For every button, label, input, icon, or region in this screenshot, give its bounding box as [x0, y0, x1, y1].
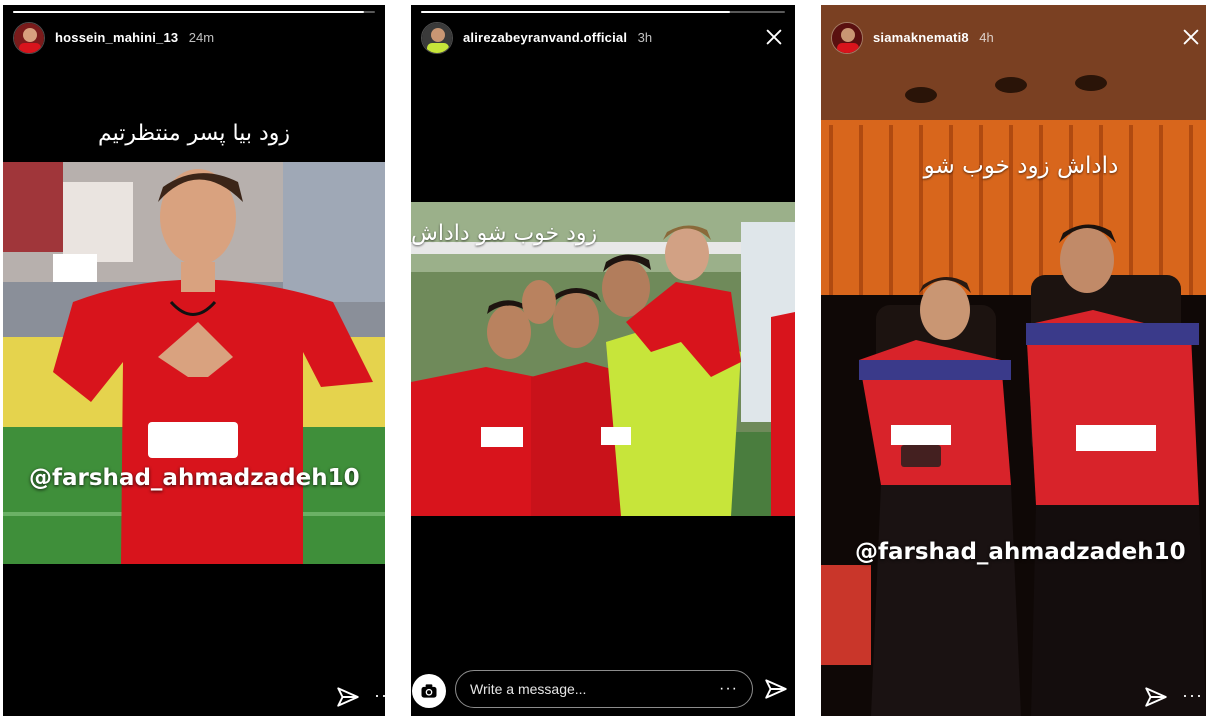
- story-time: 24m: [188, 30, 215, 45]
- story-mention[interactable]: @farshad_ahmadzadeh10: [855, 539, 1186, 565]
- story-photo: [3, 162, 385, 564]
- paper-plane-icon[interactable]: [335, 684, 361, 710]
- avatar[interactable]: [13, 22, 45, 54]
- story-header: alirezabeyranvand.official 3h: [421, 21, 785, 55]
- story-caption: زود خوب شو داداش: [411, 221, 598, 246]
- paper-plane-icon[interactable]: [1143, 684, 1169, 710]
- story-photo: [821, 5, 1206, 716]
- story-time: 3h: [637, 30, 653, 45]
- more-dots-icon[interactable]: ···: [374, 686, 385, 704]
- story-username[interactable]: siamaknemati8: [873, 30, 969, 45]
- message-input[interactable]: [470, 681, 720, 697]
- story-mention[interactable]: @farshad_ahmadzadeh10: [29, 465, 360, 491]
- story-alireza-beyranvand[interactable]: alirezabeyranvand.official 3h زود خوب شو…: [411, 5, 795, 716]
- story-caption: زود بیا پسر منتظرتیم: [97, 121, 291, 146]
- story-progress-bar: [13, 11, 375, 13]
- story-photo: [411, 202, 795, 516]
- avatar[interactable]: [831, 22, 863, 54]
- story-username[interactable]: alirezabeyranvand.official: [463, 30, 627, 45]
- story-progress-fill: [13, 11, 365, 13]
- avatar[interactable]: [421, 22, 453, 54]
- close-icon[interactable]: [763, 26, 785, 48]
- story-caption: داداش زود خوب شو: [923, 153, 1119, 179]
- more-dots-icon[interactable]: ···: [1182, 686, 1203, 704]
- story-siamak-nemati[interactable]: siamaknemati8 4h داداش زود خوب شو @farsh…: [821, 5, 1206, 716]
- close-icon[interactable]: [1180, 26, 1202, 48]
- story-time: 4h: [979, 30, 994, 45]
- camera-button[interactable]: [412, 674, 446, 708]
- message-field[interactable]: ···: [455, 670, 753, 708]
- paper-plane-icon[interactable]: [763, 676, 789, 702]
- story-progress-fill: [421, 11, 731, 13]
- story-progress-bar: [421, 11, 785, 13]
- story-username[interactable]: hossein_mahini_13: [55, 30, 178, 45]
- camera-icon: [421, 684, 437, 698]
- story-header: hossein_mahini_13 24m: [13, 21, 375, 55]
- story-header: siamaknemati8 4h: [831, 21, 1199, 55]
- more-dots-icon[interactable]: ···: [719, 680, 738, 698]
- story-hossein-mahini[interactable]: hossein_mahini_13 24m زود بیا پسر منتظرت…: [3, 5, 385, 716]
